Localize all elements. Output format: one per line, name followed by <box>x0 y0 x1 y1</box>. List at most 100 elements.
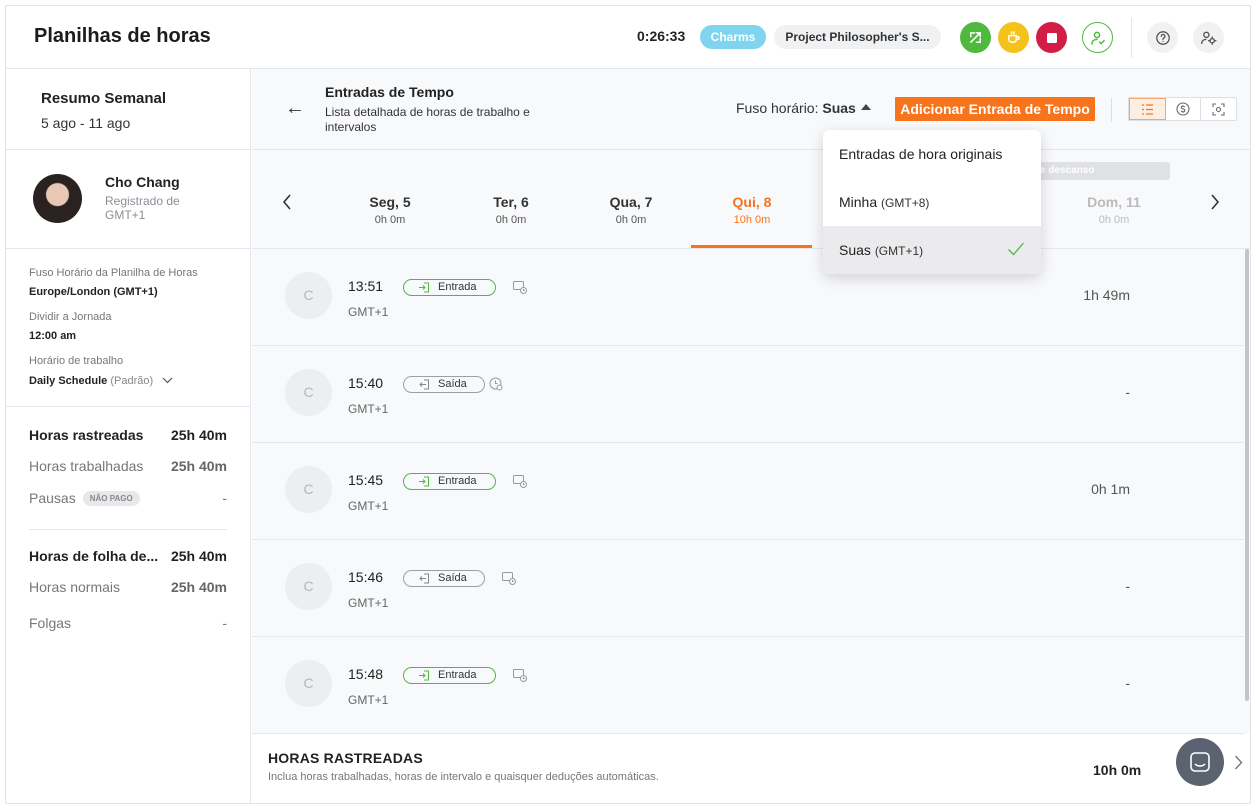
chat-button[interactable] <box>1176 738 1224 786</box>
switch-icon <box>970 32 981 43</box>
project-pill[interactable]: Project Philosopher's S... <box>774 25 941 49</box>
day-tab[interactable]: Dom, 11 0h 0m <box>1054 194 1174 226</box>
week-range: 5 ago - 11 ago <box>41 115 131 131</box>
toolbar-divider <box>1111 98 1112 122</box>
timezone-value: Europe/London (GMT+1) <box>29 286 158 298</box>
tag-pill[interactable]: Charms <box>700 25 766 49</box>
pay-view-button[interactable] <box>1166 98 1202 120</box>
day-hours: 10h 0m <box>733 214 771 226</box>
clock-out-tag: Saída <box>403 376 485 393</box>
entry-type: Saída <box>438 572 467 584</box>
timezone-selector[interactable]: Fuso horário: Suas <box>736 100 856 116</box>
schedule-select[interactable]: Daily Schedule (Padrão) <box>29 375 173 387</box>
schedule-default: (Padrão) <box>110 375 154 387</box>
caret-up-icon[interactable] <box>861 104 871 110</box>
time-entry-row[interactable]: C 15:48 GMT+1 Entrada - <box>252 637 1244 734</box>
hours-stats: Horas rastreadas 25h 40m Horas trabalhad… <box>6 407 251 803</box>
entries-toolbar: ← Entradas de Tempo Lista detalhada de h… <box>252 69 1250 150</box>
entry-avatar: C <box>285 466 332 513</box>
settings-button[interactable] <box>1193 22 1224 53</box>
next-week-arrow[interactable] <box>1210 194 1220 215</box>
chevron-left-icon <box>282 194 291 210</box>
device-icon <box>513 669 527 682</box>
stat-label: Pausas <box>29 490 76 506</box>
add-time-entry-button[interactable]: Adicionar Entrada de Tempo <box>895 97 1095 121</box>
list-icon <box>1141 103 1153 115</box>
help-button[interactable] <box>1147 22 1178 53</box>
timezone-dropdown: Entradas de hora originais Minha (GMT+8)… <box>823 130 1041 274</box>
stat-value: - <box>222 490 227 506</box>
day-name: Dom, 11 <box>1087 194 1141 210</box>
time-entry-row[interactable]: C 13:51 GMT+1 Entrada 1h 49m <box>252 249 1244 346</box>
day-hours: 0h 0m <box>374 214 406 226</box>
check-icon <box>1008 242 1024 256</box>
schedule-label: Horário de trabalho <box>29 355 124 367</box>
timezone-prefix: Fuso horário: <box>736 100 819 116</box>
switch-activity-button[interactable] <box>960 22 991 53</box>
stat-label: Horas normais <box>29 579 121 595</box>
clock-in-icon <box>419 282 429 293</box>
entry-type: Saída <box>438 378 467 390</box>
time-entry-row[interactable]: C 15:45 GMT+1 Entrada 0h 1m <box>252 443 1244 540</box>
timezone-label: Fuso Horário da Planilha de Horas <box>29 267 198 279</box>
entry-avatar: C <box>285 369 332 416</box>
dropdown-option-original[interactable]: Entradas de hora originais <box>823 130 1041 178</box>
split-day-label: Dividir a Jornada <box>29 311 112 323</box>
dollar-icon <box>1176 102 1190 116</box>
day-hours: 0h 0m <box>1098 214 1130 226</box>
chat-icon <box>1190 752 1210 772</box>
active-day-indicator <box>691 245 812 248</box>
day-tab-active[interactable]: Qui, 8 10h 0m <box>692 194 812 226</box>
footer-subtitle: Inclua horas trabalhadas, horas de inter… <box>268 771 659 783</box>
clock-out-icon <box>419 379 429 390</box>
stop-button[interactable] <box>1036 22 1067 53</box>
scrollbar[interactable] <box>1245 249 1249 701</box>
time-entries-list: C 13:51 GMT+1 Entrada 1h 49m C 15:40 GMT… <box>252 249 1250 734</box>
day-tab[interactable]: Ter, 6 0h 0m <box>451 194 571 226</box>
device-icon <box>502 572 516 585</box>
scan-view-button[interactable] <box>1201 98 1236 120</box>
user-status-button[interactable] <box>1082 22 1113 53</box>
day-hours: 0h 0m <box>615 214 647 226</box>
entry-timezone: GMT+1 <box>348 402 389 416</box>
list-view-button[interactable] <box>1129 98 1166 120</box>
stat-value: - <box>222 615 227 631</box>
entry-duration: 1h 49m <box>1083 287 1130 303</box>
day-tab[interactable]: Qua, 7 0h 0m <box>571 194 691 226</box>
header-divider <box>1131 18 1132 58</box>
break-button[interactable] <box>998 22 1029 53</box>
dropdown-option-mine[interactable]: Minha (GMT+8) <box>823 178 1041 226</box>
footer-total: 10h 0m <box>1093 762 1142 778</box>
clock-in-tag: Entrada <box>403 667 496 684</box>
entry-avatar: C <box>285 660 332 707</box>
entry-type: Entrada <box>438 475 477 487</box>
page-title: Planilhas de horas <box>34 25 211 47</box>
entries-title: Entradas de Tempo <box>325 84 454 100</box>
stat-label: Horas rastreadas <box>29 427 144 443</box>
option-label: Suas <box>839 242 871 258</box>
help-icon <box>1155 30 1170 45</box>
dropdown-option-yours[interactable]: Suas (GMT+1) <box>823 226 1041 274</box>
time-entries-panel: ← Entradas de Tempo Lista detalhada de h… <box>252 69 1250 803</box>
day-name: Seg, 5 <box>369 194 411 210</box>
schedule-value: Daily Schedule <box>29 375 108 387</box>
option-tz: (GMT+1) <box>874 244 924 258</box>
day-tab[interactable]: Seg, 5 0h 0m <box>330 194 450 226</box>
entry-timezone: GMT+1 <box>348 305 389 319</box>
time-entry-row[interactable]: C 15:46 GMT+1 Saída - <box>252 540 1244 637</box>
entry-timezone: GMT+1 <box>348 596 389 610</box>
rest-day-chip: e descanso <box>1028 162 1170 180</box>
entry-type: Entrada <box>438 669 477 681</box>
prev-week-arrow[interactable] <box>282 194 292 215</box>
avatar <box>33 174 82 223</box>
entry-avatar: C <box>285 272 332 319</box>
top-header: Planilhas de horas 0:26:33 Charms Projec… <box>6 6 1250 69</box>
footer-expand[interactable] <box>1234 754 1243 775</box>
entry-duration: 0h 1m <box>1091 481 1130 497</box>
day-hours: 0h 0m <box>495 214 527 226</box>
back-arrow-icon[interactable]: ← <box>285 97 305 120</box>
entry-timezone: GMT+1 <box>348 499 389 513</box>
time-entry-row[interactable]: C 15:40 GMT+1 Saída - <box>252 346 1244 443</box>
user-check-icon <box>1090 31 1105 45</box>
entry-time: 13:51 <box>348 278 384 294</box>
